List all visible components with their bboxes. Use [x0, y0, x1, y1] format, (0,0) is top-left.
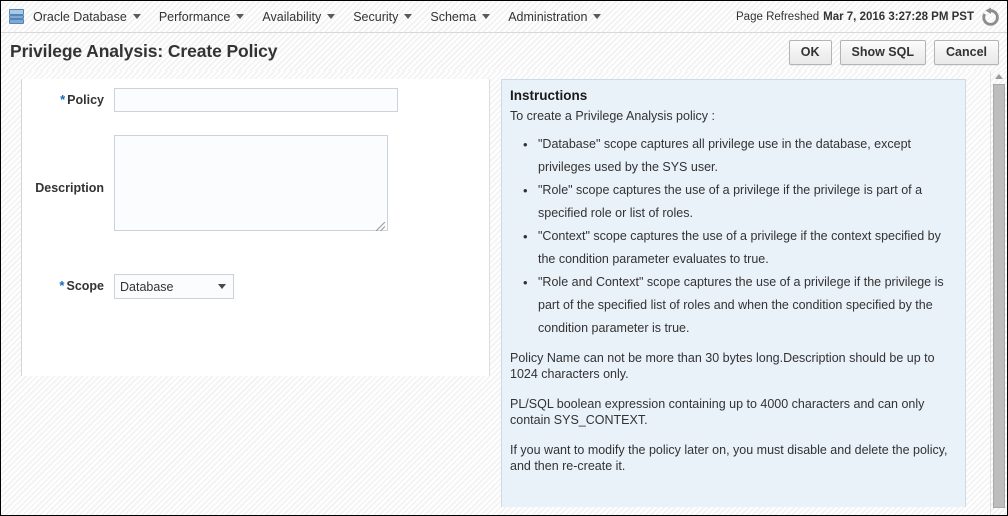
- page-refreshed-timestamp: Mar 7, 2016 3:27:28 PM PST: [823, 11, 974, 23]
- create-policy-form: *Policy Description *Scope: [21, 79, 490, 376]
- instructions-panel: Instructions To create a Privilege Analy…: [501, 79, 966, 507]
- menu-item-label: Performance: [159, 10, 231, 24]
- database-icon: [9, 9, 24, 24]
- refresh-icon[interactable]: [980, 7, 1001, 28]
- chevron-down-icon: [236, 14, 244, 19]
- instructions-paragraph: If you want to modify the policy later o…: [510, 442, 955, 474]
- chevron-down-icon: [404, 14, 412, 19]
- form-row-policy: *Policy: [22, 88, 422, 112]
- scope-label-text: Scope: [66, 279, 104, 293]
- menu-item-administration[interactable]: Administration: [506, 2, 610, 32]
- scrollbar-thumb[interactable]: [993, 84, 1005, 508]
- policy-field-label: *Policy: [22, 88, 104, 107]
- list-item: "Role and Context" scope captures the us…: [536, 271, 955, 340]
- instructions-paragraph: Policy Name can not be more than 30 byte…: [510, 350, 955, 382]
- chevron-down-icon: [327, 14, 335, 19]
- chevron-down-icon: [593, 14, 601, 19]
- ok-button[interactable]: OK: [789, 40, 832, 65]
- chevron-down-icon: [482, 14, 490, 19]
- scope-field-label: *Scope: [22, 274, 104, 293]
- menu-item-label: Availability: [262, 10, 321, 24]
- description-textarea-wrapper: [104, 135, 388, 234]
- page-action-buttons: OK Show SQL Cancel: [789, 40, 999, 65]
- top-menu-bar: Oracle Database Performance Availability…: [1, 1, 1007, 33]
- list-item: "Context" scope captures the use of a pr…: [536, 225, 955, 271]
- page-refreshed-label: Page Refreshed: [736, 11, 819, 23]
- list-item: "Database" scope captures all privilege …: [536, 133, 955, 179]
- menu-item-label: Security: [353, 10, 398, 24]
- required-marker: *: [60, 92, 65, 107]
- page-title: Privilege Analysis: Create Policy: [10, 41, 277, 62]
- scope-select-wrapper: Database: [114, 274, 234, 299]
- menu-item-security[interactable]: Security: [351, 2, 421, 32]
- menu-item-label: Administration: [508, 10, 587, 24]
- menu-item-label: Oracle Database: [33, 10, 127, 24]
- instructions-bullet-list: "Database" scope captures all privilege …: [510, 133, 955, 340]
- scroll-up-arrow-icon[interactable]: [995, 74, 1003, 79]
- page-header-bar: Privilege Analysis: Create Policy OK Sho…: [1, 33, 1007, 71]
- scope-select[interactable]: Database: [114, 274, 234, 299]
- menu-item-schema[interactable]: Schema: [428, 2, 499, 32]
- instructions-heading: Instructions: [510, 88, 955, 103]
- menu-item-label: Schema: [430, 10, 476, 24]
- policy-input[interactable]: [114, 88, 398, 112]
- menu-item-availability[interactable]: Availability: [260, 2, 344, 32]
- page-content: *Policy Description *Scope: [1, 71, 1007, 515]
- description-textarea[interactable]: [114, 135, 388, 231]
- cancel-button[interactable]: Cancel: [934, 40, 999, 65]
- vertical-scrollbar[interactable]: [990, 71, 1007, 515]
- menu-item-performance[interactable]: Performance: [157, 2, 254, 32]
- page-refresh-status: Page Refreshed Mar 7, 2016 3:27:28 PM PS…: [736, 1, 1001, 33]
- required-marker: *: [59, 278, 64, 293]
- description-field-label: Description: [22, 135, 104, 195]
- instructions-paragraph: PL/SQL boolean expression containing up …: [510, 396, 955, 428]
- list-item: "Role" scope captures the use of a privi…: [536, 179, 955, 225]
- instructions-intro: To create a Privilege Analysis policy :: [510, 109, 955, 123]
- policy-label-text: Policy: [67, 93, 104, 107]
- show-sql-button[interactable]: Show SQL: [840, 40, 927, 65]
- chevron-down-icon: [133, 14, 141, 19]
- application-window: Oracle Database Performance Availability…: [0, 0, 1008, 516]
- form-row-scope: *Scope Database: [22, 274, 422, 299]
- menu-item-oracle-database[interactable]: Oracle Database: [31, 2, 150, 32]
- form-row-description: Description: [22, 135, 422, 234]
